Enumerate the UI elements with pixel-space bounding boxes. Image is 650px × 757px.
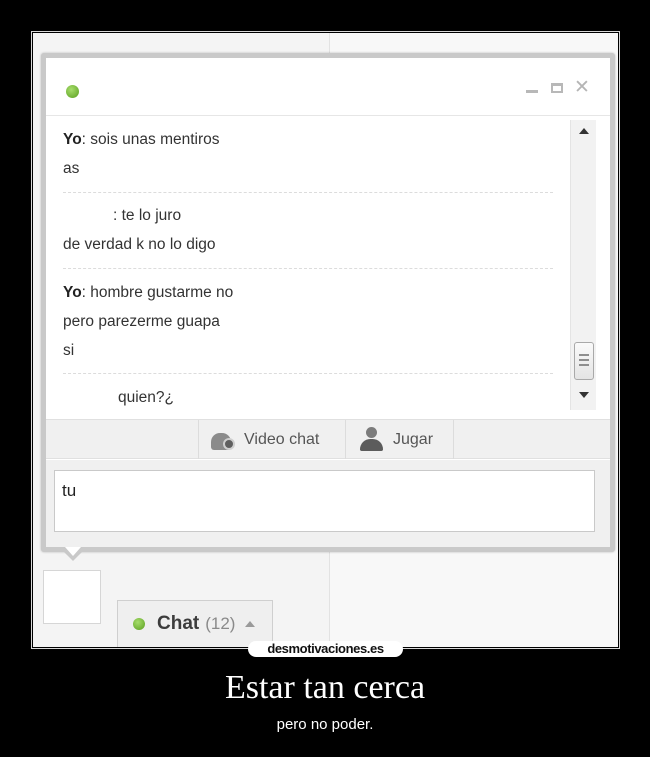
chat-tab[interactable]: Chat (12) (117, 600, 273, 647)
message-list: Yo: sois unas mentiros as : te lo juro d… (46, 117, 570, 417)
video-chat-button[interactable]: Video chat (198, 420, 346, 459)
scroll-thumb[interactable] (574, 342, 594, 380)
scroll-up-arrow-icon[interactable] (579, 128, 589, 134)
minimize-icon[interactable] (524, 80, 540, 96)
video-chat-label: Video chat (244, 430, 320, 448)
message-separator: : (81, 284, 86, 301)
chat-tab-label: Chat (157, 613, 200, 634)
message-line: si (63, 342, 75, 359)
game-user-icon (358, 426, 384, 453)
online-status-icon (133, 618, 145, 630)
window-pointer-arrow-inner (65, 547, 81, 556)
video-camera-icon (211, 429, 237, 451)
message-4: quien?¿ (63, 383, 553, 412)
message-divider (63, 373, 553, 374)
message-1: Yo: sois unas mentiros as (63, 125, 553, 183)
message-line: te lo juro (121, 207, 182, 224)
message-line: quien?¿ (118, 389, 175, 406)
chat-toolbar: Video chat Jugar (46, 419, 610, 459)
message-3: Yo: hombre gustarme no pero parezerme gu… (63, 278, 553, 365)
caret-up-icon (245, 621, 256, 627)
chat-window-header: ✕ (46, 58, 610, 116)
close-icon[interactable]: ✕ (574, 78, 590, 97)
message-line: pero parezerme guapa (63, 313, 220, 330)
message-input[interactable]: tu (54, 470, 595, 532)
message-sender: Yo (63, 131, 82, 148)
play-game-button[interactable]: Jugar (346, 420, 454, 459)
message-line: de verdad k no lo digo (63, 236, 216, 253)
message-sender: Yo (63, 284, 82, 301)
message-scrollbar[interactable] (570, 120, 596, 410)
site-watermark: desmotivaciones.es (248, 641, 403, 657)
message-divider (63, 192, 553, 193)
message-2: : te lo juro de verdad k no lo digo (63, 201, 553, 259)
message-line: hombre gustarme no (90, 284, 234, 301)
message-line: sois unas mentiros (90, 131, 220, 148)
blank-panel (43, 570, 101, 624)
scroll-down-arrow-icon[interactable] (579, 392, 589, 398)
online-status-icon (66, 85, 79, 98)
message-separator: : (113, 207, 118, 224)
poster-subtitle: pero no poder. (276, 716, 374, 733)
maximize-icon[interactable] (549, 80, 565, 96)
poster-title: Estar tan cerca (224, 669, 426, 706)
chat-tab-count: (12) (205, 614, 236, 633)
message-divider (63, 268, 553, 269)
play-game-label: Jugar (393, 430, 434, 448)
message-input-area: tu (46, 460, 610, 547)
chat-window: ✕ Yo: sois unas mentiros as : te lo juro… (41, 53, 615, 552)
screenshot-area: ✕ Yo: sois unas mentiros as : te lo juro… (33, 33, 618, 647)
message-line: as (63, 160, 80, 177)
message-separator: : (81, 131, 86, 148)
